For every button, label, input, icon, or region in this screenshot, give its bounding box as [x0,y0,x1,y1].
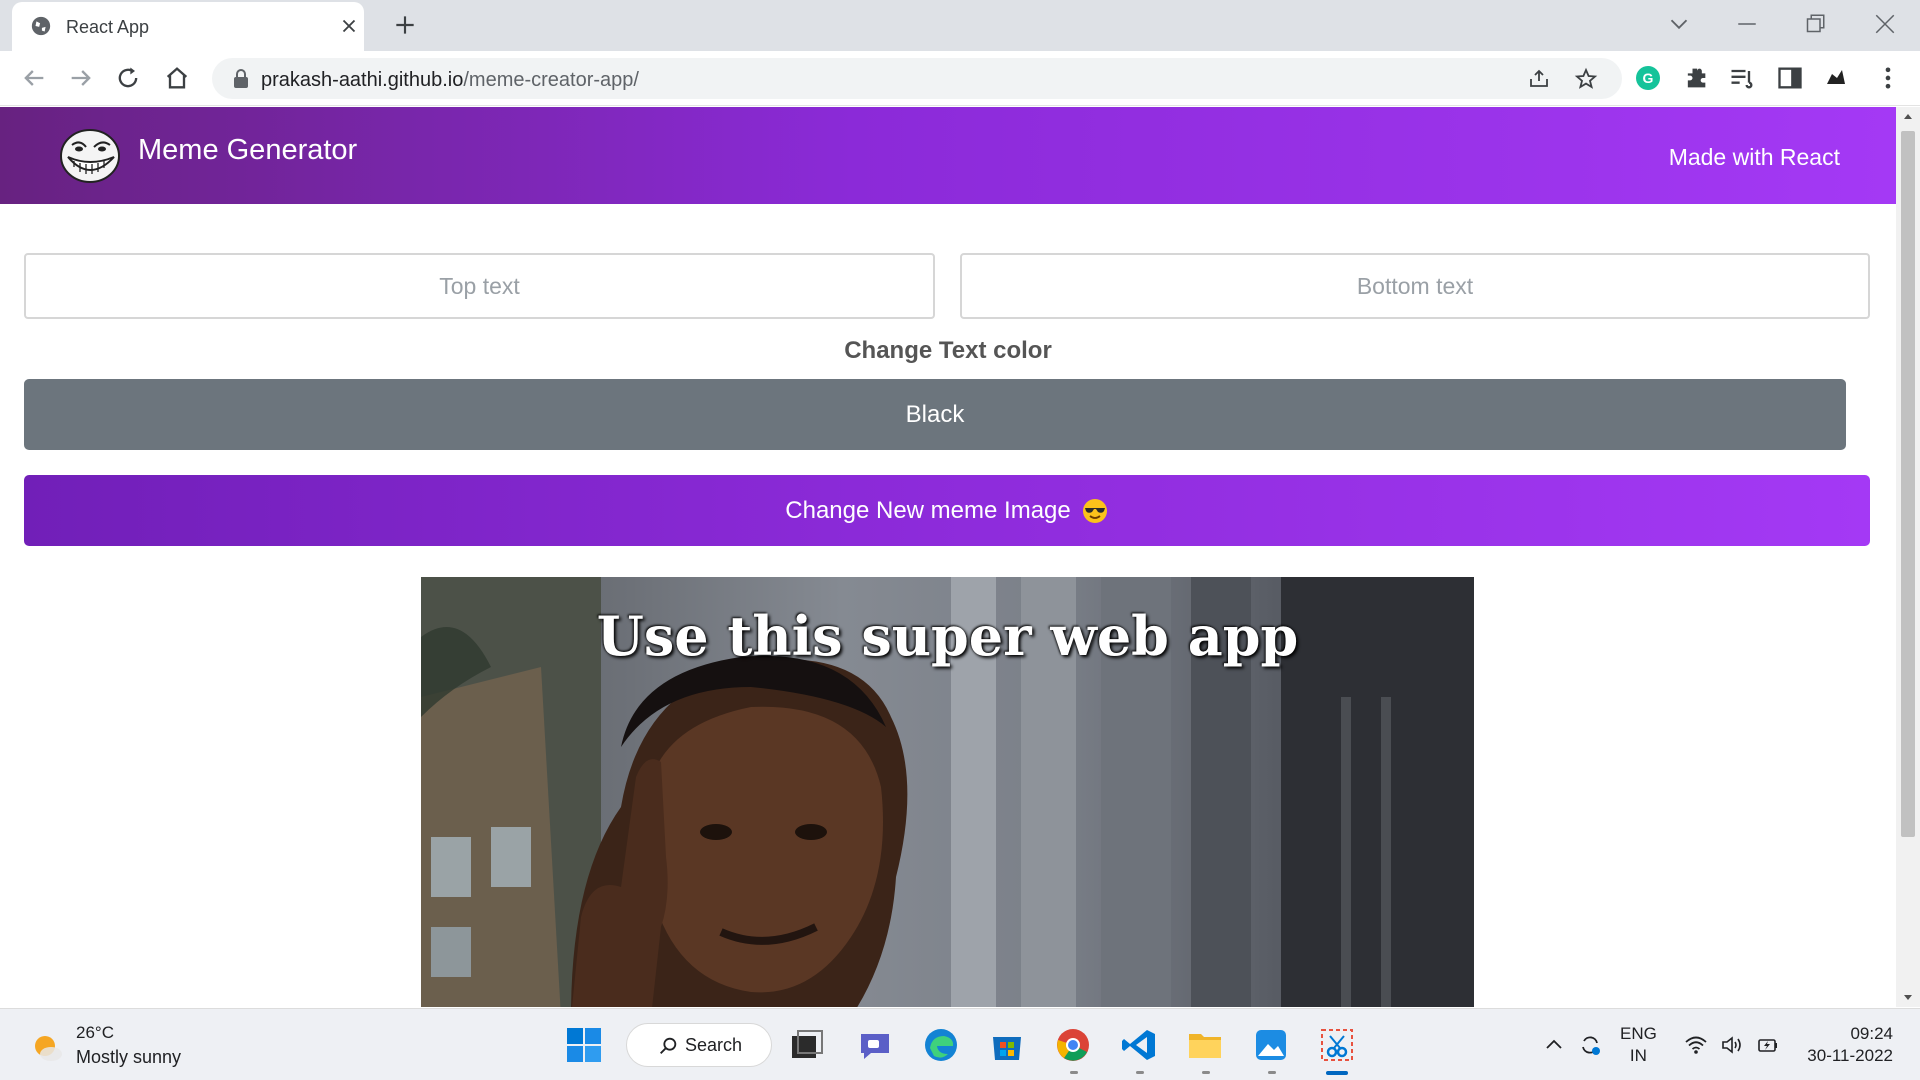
teams-chat-icon[interactable] [856,1026,894,1064]
home-icon[interactable] [163,64,191,92]
bottom-text-input[interactable] [960,253,1870,319]
chrome-menu-icon[interactable] [1874,64,1902,92]
sunglasses-emoji-icon [1082,498,1107,523]
change-meme-image-button[interactable]: Change New meme Image [24,475,1870,546]
tab-search-chevron-icon[interactable] [1664,9,1694,39]
window-close-icon[interactable] [1870,9,1900,39]
sync-status-icon[interactable] [1578,1033,1602,1057]
url-path: /meme-creator-app/ [463,69,639,91]
taskbar-search-label: Search [685,1035,743,1055]
snipping-tool-icon[interactable] [1318,1026,1356,1064]
battery-charging-icon[interactable] [1756,1033,1780,1057]
lock-icon[interactable] [232,69,250,89]
page-viewport: Meme Generator Made with React Change Te… [0,107,1896,1007]
input-language-indicator[interactable]: ENG IN [1620,1023,1657,1067]
wifi-icon[interactable] [1684,1033,1708,1057]
svg-text:G: G [1643,70,1654,86]
chrome-browser-icon[interactable] [1054,1026,1092,1064]
windows-taskbar: 26°C Mostly sunny Search ENG IN 09:24 30… [0,1008,1920,1080]
photos-running-indicator [1268,1071,1276,1074]
browser-tab[interactable]: React App [12,2,364,51]
scroll-down-arrow-icon[interactable] [1902,991,1914,1003]
meme-top-caption: Use this super web app [596,604,1299,668]
tab-title: React App [66,17,150,37]
show-hidden-icons-chevron-icon[interactable] [1542,1033,1566,1057]
system-clock[interactable]: 09:24 30-11-2022 [1800,1023,1893,1067]
extensions-puzzle-icon[interactable] [1682,64,1710,92]
browser-toolbar: prakash-aathi.github.io/meme-creator-app… [0,51,1920,106]
change-text-color-label: Change Text color [844,337,1052,364]
volume-icon[interactable] [1720,1033,1744,1057]
edge-browser-icon[interactable] [922,1026,960,1064]
meme-image: Use this super web app [421,577,1474,1007]
vscode-icon[interactable] [1120,1026,1158,1064]
windows-start-icon[interactable] [565,1026,603,1064]
snipping-tool-active-indicator [1326,1071,1348,1075]
browser-tab-strip: React App [0,0,1920,51]
scroll-up-arrow-icon[interactable] [1902,111,1914,123]
bookmark-star-icon[interactable] [1574,67,1598,91]
language-code: ENG [1620,1024,1657,1043]
reading-list-icon[interactable] [1728,64,1756,92]
partly-sunny-weather-icon[interactable] [30,1031,64,1065]
new-tab-plus-icon[interactable] [392,12,418,38]
text-color-button-label: Black [905,400,965,428]
back-arrow-icon[interactable] [20,64,48,92]
scrollbar-thumb[interactable] [1901,131,1915,837]
photos-app-icon[interactable] [1252,1026,1290,1064]
text-color-button[interactable]: Black [24,379,1846,450]
page-scrollbar[interactable] [1896,107,1920,1007]
grammarly-icon[interactable]: G [1634,64,1662,92]
clock-date: 30-11-2022 [1807,1046,1893,1065]
app-header: Meme Generator Made with React [0,107,1896,204]
share-icon[interactable] [1527,67,1551,91]
chrome-running-indicator [1070,1071,1078,1074]
minimize-icon[interactable] [1732,9,1762,39]
search-icon [660,1037,677,1054]
clock-time: 09:24 [1850,1024,1893,1043]
change-meme-image-label: Change New meme Image [785,496,1071,524]
file-explorer-icon[interactable] [1186,1026,1224,1064]
vscode-running-indicator [1136,1071,1144,1074]
close-icon[interactable] [338,15,360,37]
task-view-icon[interactable] [788,1026,826,1064]
url-text[interactable]: prakash-aathi.github.io/meme-creator-app… [261,69,639,92]
language-region: IN [1629,1046,1647,1065]
restore-icon[interactable] [1800,9,1830,39]
taskbar-search[interactable]: Search [626,1023,772,1067]
address-bar[interactable]: prakash-aathi.github.io/meme-creator-app… [212,58,1622,99]
profile-avatar-icon[interactable] [1822,64,1850,92]
weather-description[interactable]: Mostly sunny [76,1047,181,1068]
forward-arrow-icon[interactable] [67,64,95,92]
trollface-logo-icon [60,129,120,183]
made-with-react-label: Made with React [1668,144,1840,170]
reload-icon[interactable] [114,64,142,92]
globe-icon [31,16,51,36]
app-title: Meme Generator [138,134,358,166]
microsoft-store-icon[interactable] [988,1026,1026,1064]
weather-temperature[interactable]: 26°C [76,1023,114,1043]
explorer-running-indicator [1202,1071,1210,1074]
side-panel-icon[interactable] [1776,64,1804,92]
url-host: prakash-aathi.github.io [261,69,464,91]
top-text-input[interactable] [24,253,935,319]
